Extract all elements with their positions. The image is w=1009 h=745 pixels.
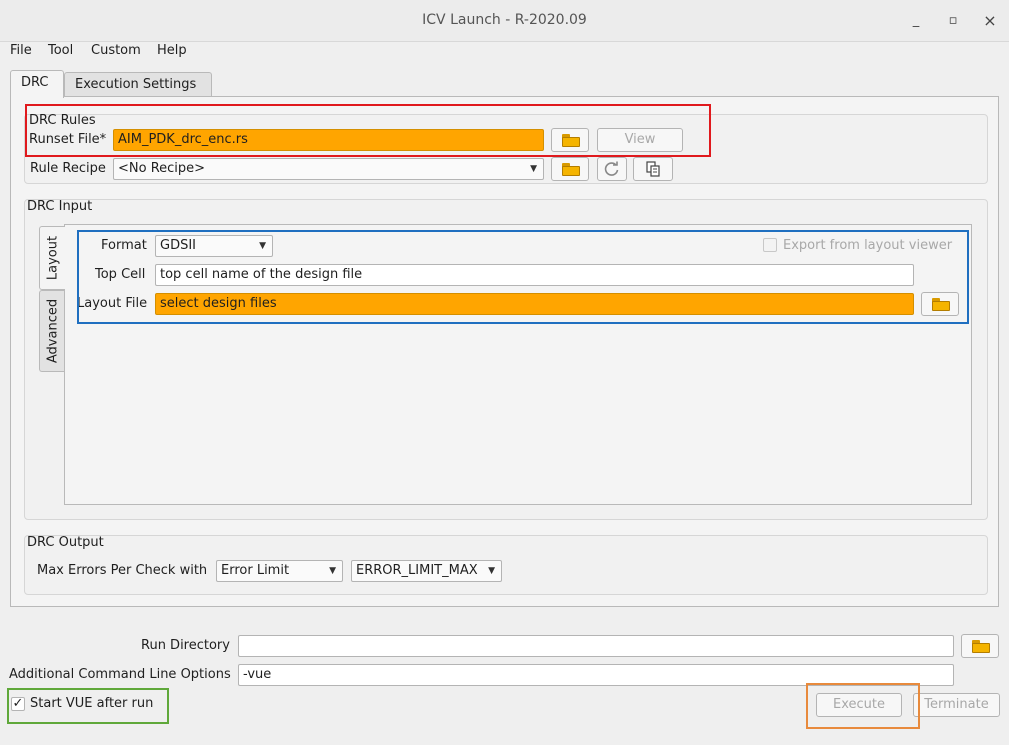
vtab-layout-label: Layout	[45, 235, 60, 281]
error-limit-value: Error Limit	[221, 563, 290, 578]
error-limit-select[interactable]: Error Limit ▼	[216, 560, 343, 582]
terminate-button[interactable]: Terminate	[913, 693, 1000, 717]
refresh-recipe-button[interactable]	[597, 157, 627, 181]
tab-drc[interactable]: DRC	[10, 70, 64, 98]
drc-input-title: DRC Input	[27, 199, 93, 214]
window-title: ICV Launch - R-2020.09	[422, 12, 587, 28]
rule-recipe-select[interactable]: <No Recipe> ▼	[113, 158, 544, 180]
menu-custom[interactable]: Custom	[91, 43, 141, 58]
run-directory-browse-button[interactable]	[961, 634, 999, 658]
vtab-advanced-label: Advanced	[45, 298, 60, 364]
menu-help[interactable]: Help	[157, 43, 187, 58]
chevron-down-icon: ▼	[488, 566, 495, 576]
error-limit-max-value: ERROR_LIMIT_MAX	[356, 563, 478, 578]
folder-icon	[972, 640, 990, 653]
menu-tool[interactable]: Tool	[48, 43, 73, 58]
highlight-layout	[77, 230, 969, 324]
error-limit-max-select[interactable]: ERROR_LIMIT_MAX ▼	[351, 560, 502, 582]
close-button[interactable]: ×	[981, 12, 999, 30]
drc-output-title: DRC Output	[27, 535, 104, 550]
folder-icon	[562, 163, 580, 176]
vtab-layout[interactable]: Layout	[39, 226, 65, 290]
chevron-down-icon: ▼	[329, 566, 336, 576]
vtab-advanced[interactable]: Advanced	[39, 290, 65, 372]
highlight-runset	[25, 104, 711, 157]
recipe-browse-button[interactable]	[551, 157, 589, 181]
highlight-vue	[7, 688, 169, 724]
chevron-down-icon: ▼	[530, 164, 537, 174]
menu-file[interactable]: File	[10, 43, 32, 58]
run-directory-input[interactable]	[238, 635, 954, 657]
minimize-button[interactable]: _	[907, 12, 925, 30]
run-directory-label: Run Directory	[141, 638, 230, 653]
cmd-options-label: Additional Command Line Options	[9, 667, 231, 682]
highlight-execute	[806, 683, 920, 729]
refresh-icon	[604, 161, 619, 176]
max-errors-label: Max Errors Per Check with	[37, 563, 208, 578]
rule-recipe-label: Rule Recipe	[30, 161, 106, 176]
copy-icon	[646, 161, 660, 177]
copy-recipe-button[interactable]	[633, 157, 673, 181]
tab-execution-settings[interactable]: Execution Settings	[64, 72, 212, 98]
rule-recipe-value: <No Recipe>	[118, 161, 206, 176]
maximize-button[interactable]: ▫	[944, 12, 962, 30]
menu-bar	[0, 42, 1009, 64]
